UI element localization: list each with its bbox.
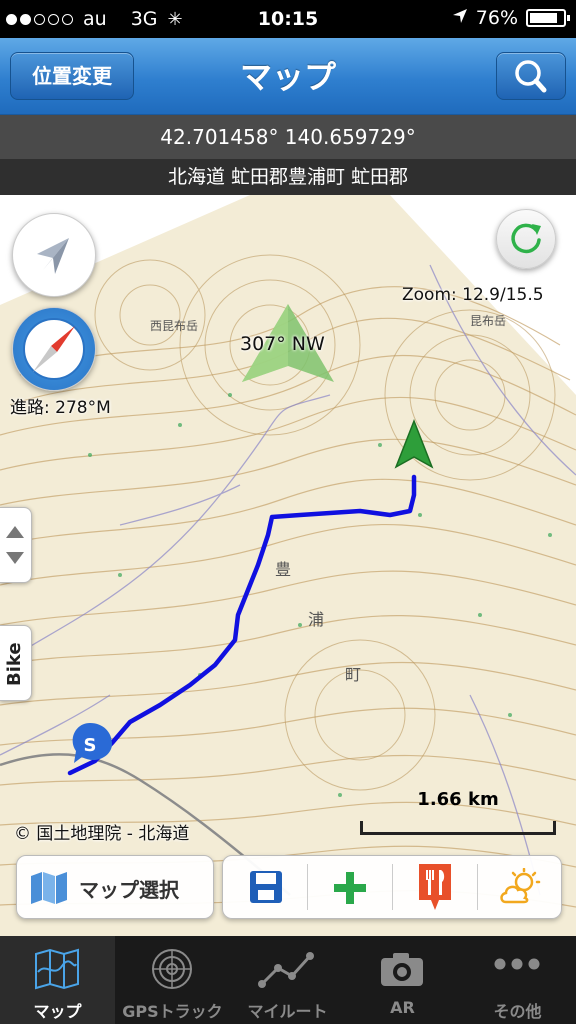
map-select-button[interactable]: マップ選択 bbox=[16, 855, 214, 919]
refresh-icon bbox=[511, 223, 541, 254]
tab-my-route-label: マイルート bbox=[247, 1002, 328, 1021]
map-copyright: © 国土地理院 - 北海道 bbox=[14, 824, 190, 844]
svg-text:豊: 豊 bbox=[275, 560, 291, 579]
navigation-bar: 位置変更 マップ bbox=[0, 38, 576, 115]
course-readout: 進路: 278°M bbox=[10, 398, 111, 418]
tab-ar[interactable]: AR bbox=[345, 936, 460, 1024]
map-zoom-slider-tab[interactable] bbox=[0, 507, 32, 583]
up-down-arrows-icon bbox=[6, 526, 24, 564]
navigation-arrow-icon bbox=[37, 238, 69, 274]
coordinates-readout: 42.701458° 140.659729° bbox=[0, 115, 576, 159]
more-dots-icon bbox=[494, 958, 540, 970]
tab-gps-track-label: GPSトラック bbox=[122, 1002, 223, 1021]
plus-icon bbox=[334, 872, 366, 904]
weather-icon bbox=[500, 868, 541, 904]
radar-icon bbox=[152, 949, 192, 989]
map-tab-icon bbox=[35, 948, 79, 990]
tab-ar-label: AR bbox=[390, 998, 415, 1017]
tab-my-route[interactable]: マイルート bbox=[230, 936, 345, 1024]
tab-gps-track[interactable]: GPSトラック bbox=[115, 936, 230, 1024]
heading-readout: 307° NW bbox=[240, 333, 325, 355]
tab-map[interactable]: マップ bbox=[0, 936, 115, 1024]
route-icon bbox=[258, 952, 314, 988]
camera-icon bbox=[381, 953, 423, 986]
battery-icon bbox=[526, 9, 570, 27]
save-icon bbox=[250, 871, 282, 903]
tab-more[interactable]: その他 bbox=[460, 936, 575, 1024]
svg-text:西昆布岳: 西昆布岳 bbox=[150, 319, 198, 333]
search-button[interactable] bbox=[496, 52, 566, 100]
map-select-label: マップ選択 bbox=[79, 878, 179, 902]
restaurant-button[interactable] bbox=[393, 856, 477, 918]
battery-percent: 76% bbox=[475, 7, 518, 29]
action-toolbar bbox=[222, 855, 562, 919]
status-bar: au 3G ✳ 10:15 76% bbox=[0, 0, 576, 38]
activity-mode-label: Bike bbox=[4, 642, 25, 686]
save-button[interactable] bbox=[223, 856, 307, 918]
svg-text:町: 町 bbox=[345, 665, 361, 684]
tab-more-label: その他 bbox=[493, 1002, 542, 1021]
refresh-button[interactable] bbox=[496, 209, 556, 269]
svg-text:浦: 浦 bbox=[308, 610, 324, 629]
tab-bar: マップ GPSトラック マイルート AR その他 bbox=[0, 936, 576, 1024]
map-view[interactable]: 豊浦町 西昆布岳 昆布岳 S 307° NW 進路: 278°M Zoom: 1… bbox=[0, 195, 576, 936]
compass-icon bbox=[23, 318, 85, 380]
zoom-readout: Zoom: 12.9/15.5 bbox=[402, 285, 544, 305]
compass-button[interactable] bbox=[12, 307, 96, 391]
page-title: マップ bbox=[239, 58, 336, 96]
activity-mode-tab[interactable]: Bike bbox=[0, 625, 32, 701]
tracking-mode-button[interactable] bbox=[12, 213, 96, 297]
search-icon bbox=[515, 60, 547, 93]
svg-text:昆布岳: 昆布岳 bbox=[470, 314, 506, 328]
tab-map-label: マップ bbox=[33, 1002, 82, 1021]
restaurant-pin-icon bbox=[419, 864, 451, 910]
location-arrow-icon bbox=[452, 7, 468, 29]
scale-bar: 1.66 km bbox=[360, 789, 556, 837]
scale-label: 1.66 km bbox=[417, 789, 499, 810]
address-readout: 北海道 虻田郡豊浦町 虻田郡 bbox=[0, 159, 576, 195]
svg-text:S: S bbox=[84, 735, 97, 756]
add-button[interactable] bbox=[308, 856, 392, 918]
weather-button[interactable] bbox=[478, 856, 562, 918]
map-icon bbox=[31, 872, 67, 904]
